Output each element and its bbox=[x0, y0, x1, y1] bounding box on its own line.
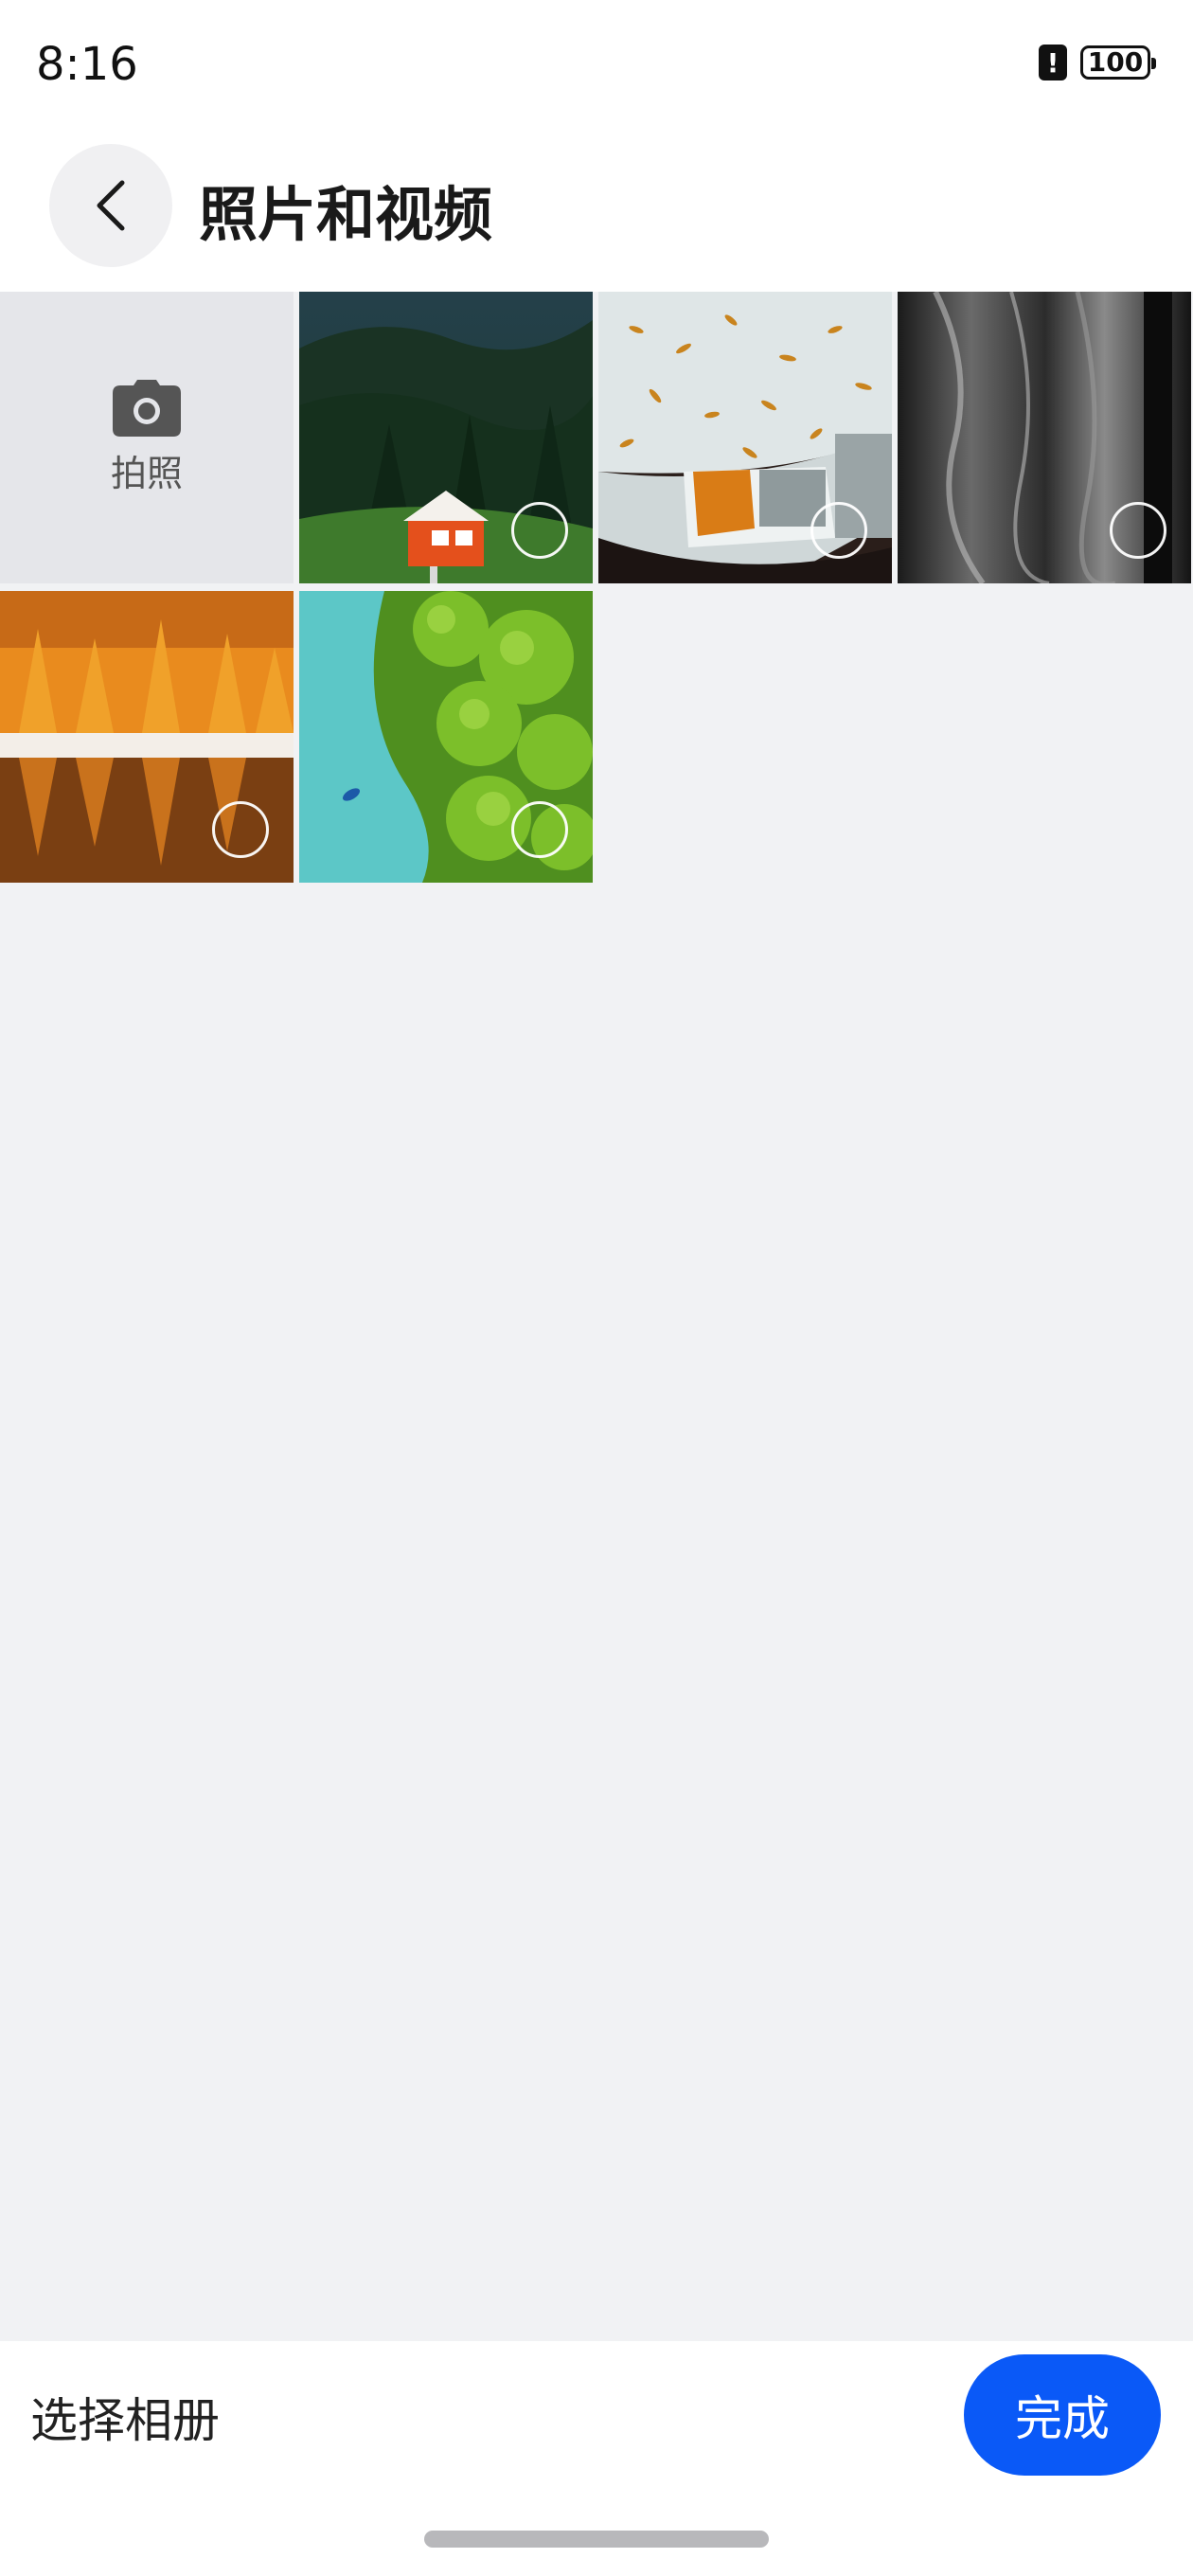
photo-tile-forest-cabin[interactable] bbox=[299, 292, 593, 583]
alert-icon: ! bbox=[1039, 45, 1067, 80]
status-time: 8:16 bbox=[36, 38, 138, 91]
album-select-button[interactable]: 选择相册 bbox=[30, 2383, 220, 2451]
camera-tile[interactable]: 拍照 bbox=[0, 292, 294, 583]
camera-label: 拍照 bbox=[110, 452, 183, 494]
battery-icon: 100 bbox=[1080, 45, 1156, 80]
select-circle[interactable] bbox=[1110, 502, 1166, 559]
page-title: 照片和视频 bbox=[199, 180, 493, 249]
header: 照片和视频 bbox=[0, 133, 1193, 292]
chevron-left-icon bbox=[97, 180, 125, 231]
select-circle[interactable] bbox=[511, 801, 568, 858]
status-bar: 8:16 ! 100 bbox=[0, 0, 1193, 133]
select-circle[interactable] bbox=[511, 502, 568, 559]
done-button[interactable]: 完成 bbox=[964, 2354, 1161, 2476]
photo-tile-aerial-river-trees[interactable] bbox=[299, 591, 593, 883]
bottom-bar: 选择相册 完成 bbox=[0, 2341, 1193, 2576]
back-button[interactable] bbox=[49, 144, 172, 267]
home-indicator[interactable] bbox=[424, 2531, 769, 2548]
photo-tile-autumn-lake[interactable] bbox=[0, 591, 294, 883]
battery-level: 100 bbox=[1087, 46, 1144, 78]
photo-picker-screen: 8:16 ! 100 照片和视频 拍照 选择相册 完成 bbox=[0, 0, 1193, 2576]
select-circle[interactable] bbox=[810, 502, 867, 559]
camera-icon bbox=[113, 379, 181, 437]
status-indicators: ! 100 bbox=[1039, 45, 1156, 80]
photo-tile-car-with-leaves[interactable] bbox=[598, 292, 892, 583]
select-circle[interactable] bbox=[212, 801, 269, 858]
photo-tile-monochrome-abstract[interactable] bbox=[898, 292, 1191, 583]
